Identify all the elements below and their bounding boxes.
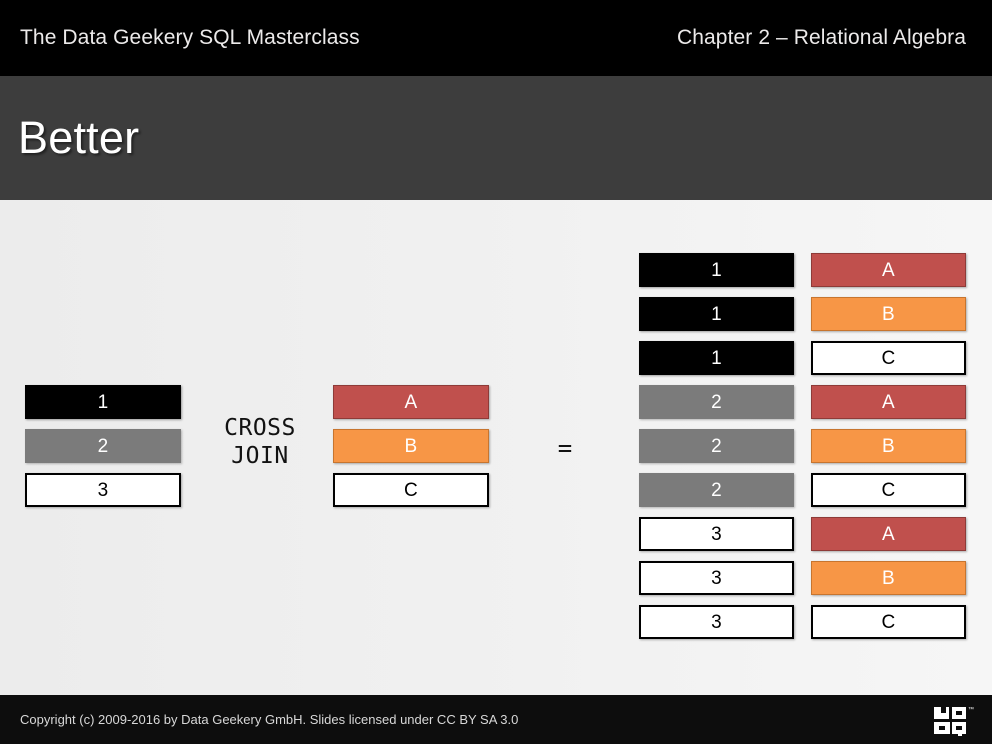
cell-value: B	[882, 567, 895, 589]
cell-value: A	[404, 391, 418, 413]
cell-value: B	[882, 303, 895, 325]
left-operand-cell: 3	[25, 473, 181, 507]
result-right-cell: A	[811, 517, 966, 551]
result-left-cell: 3	[639, 561, 794, 595]
diagram-stage: 1 2 3 CROSS JOIN A B C = 1 A 1 B 1 C 2 A…	[0, 200, 992, 695]
cell-value: C	[881, 479, 896, 501]
copyright-text: Copyright (c) 2009-2016 by Data Geekery …	[20, 712, 519, 727]
cell-value: A	[882, 523, 895, 545]
cell-value: 1	[711, 347, 722, 369]
result-left-cell: 2	[639, 429, 794, 463]
result-right-cell: C	[811, 341, 966, 375]
jooq-logo: ™	[932, 704, 976, 737]
cell-value: 3	[97, 479, 109, 501]
course-title: The Data Geekery SQL Masterclass	[20, 26, 360, 49]
result-left-cell: 3	[639, 517, 794, 551]
result-right-cell: A	[811, 385, 966, 419]
cross-join-operator-label: CROSS JOIN	[224, 415, 296, 470]
slide: The Data Geekery SQL Masterclass Chapter…	[0, 0, 992, 744]
result-right-cell: B	[811, 297, 966, 331]
cell-value: B	[404, 435, 418, 457]
cell-value: 3	[711, 567, 722, 589]
equals-sign-label: =	[557, 434, 573, 462]
result-right-cell: B	[811, 429, 966, 463]
right-operand-cell: A	[333, 385, 489, 419]
cell-value: 3	[711, 523, 722, 545]
result-left-cell: 2	[639, 385, 794, 419]
result-right-cell: B	[811, 561, 966, 595]
result-right-cell: C	[811, 473, 966, 507]
trademark-glyph: ™	[968, 706, 974, 713]
result-left-cell: 1	[639, 297, 794, 331]
cell-value: 2	[711, 435, 722, 457]
result-left-cell: 1	[639, 341, 794, 375]
right-operand-cell: C	[333, 473, 489, 507]
cell-value: 3	[711, 611, 722, 633]
cell-value: C	[403, 479, 419, 501]
left-operand-cell: 2	[25, 429, 181, 463]
cell-value: A	[882, 391, 895, 413]
slide-header-bar: The Data Geekery SQL Masterclass Chapter…	[0, 0, 992, 76]
result-left-cell: 1	[639, 253, 794, 287]
result-right-cell: A	[811, 253, 966, 287]
result-left-cell: 2	[639, 473, 794, 507]
cell-value: C	[881, 611, 896, 633]
cell-value: B	[882, 435, 895, 457]
result-left-cell: 3	[639, 605, 794, 639]
cell-value: A	[882, 259, 895, 281]
slide-title-band: Better	[0, 76, 992, 200]
result-right-cell: C	[811, 605, 966, 639]
slide-footer-bar: Copyright (c) 2009-2016 by Data Geekery …	[0, 695, 992, 744]
cell-value: 1	[711, 303, 722, 325]
right-operand-cell: B	[333, 429, 489, 463]
cell-value: 1	[711, 259, 722, 281]
chapter-title: Chapter 2 – Relational Algebra	[676, 26, 966, 49]
page-title: Better	[18, 112, 140, 163]
cell-value: 2	[711, 391, 722, 413]
cell-value: 2	[711, 479, 722, 501]
left-operand-cell: 1	[25, 385, 181, 419]
cell-value: 1	[97, 391, 109, 413]
cell-value: 2	[97, 435, 109, 457]
cell-value: C	[881, 347, 896, 369]
